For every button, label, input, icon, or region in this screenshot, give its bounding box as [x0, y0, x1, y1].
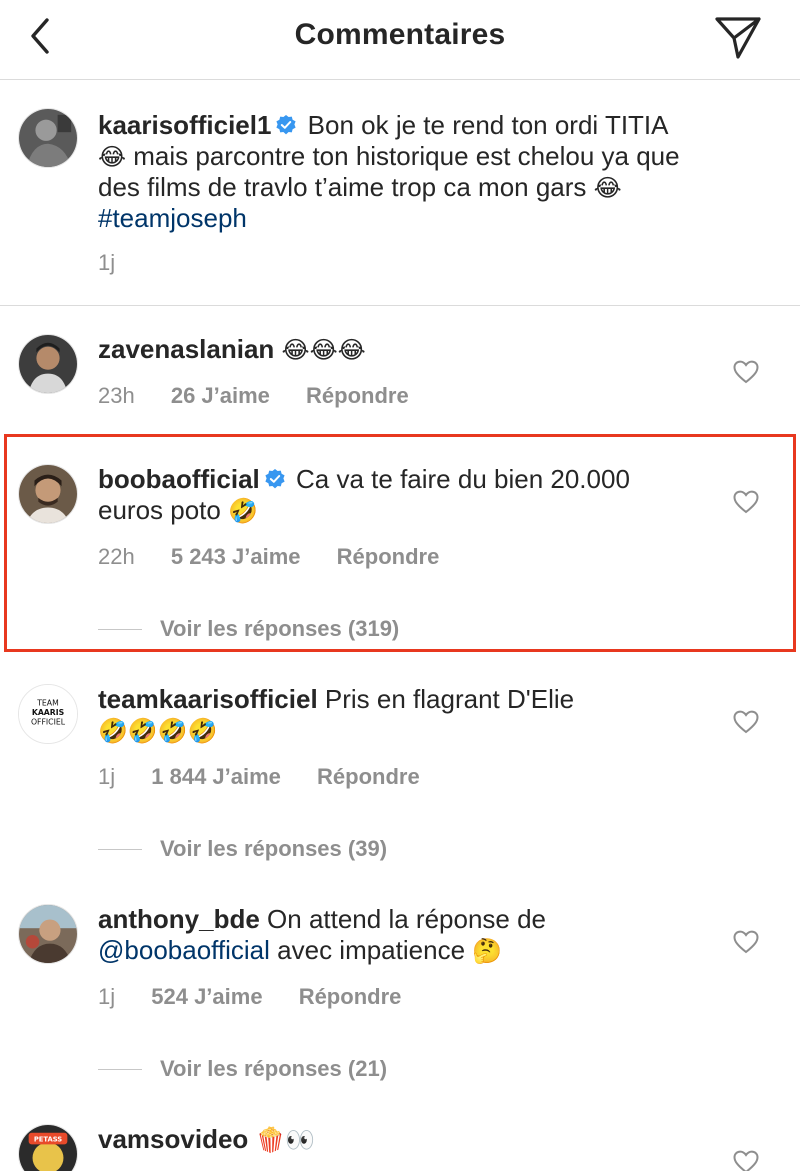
caption-text-part: Bon ok je te rend ton ordi TITIA	[307, 110, 668, 140]
comment-text: zavenaslanian 😂😂😂	[98, 334, 698, 365]
avatar-text: TEAM	[36, 698, 59, 707]
verified-badge-icon	[275, 112, 297, 135]
direct-send-icon[interactable]	[712, 12, 764, 62]
username[interactable]: zavenaslanian	[98, 334, 274, 364]
view-replies-label: Voir les réponses (319)	[160, 616, 400, 641]
comment-text: anthony_bde On attend la réponse de @boo…	[98, 904, 698, 966]
emoji: 😂	[98, 143, 127, 171]
likes-count[interactable]: 1 844 J’aime	[151, 764, 281, 789]
heart-outline-icon[interactable]	[733, 710, 759, 734]
heart-outline-icon[interactable]	[733, 490, 759, 514]
emoji: 😂	[593, 174, 622, 202]
emoji: 🤔	[472, 937, 503, 965]
avatar[interactable]	[18, 334, 78, 394]
comment-body: Pris en flagrant D'Elie	[324, 684, 575, 714]
comment-text: teamkaarisofficiel Pris en flagrant D'El…	[98, 684, 698, 746]
comment: anthony_bde On attend la réponse de @boo…	[0, 874, 800, 1094]
page-title: Commentaires	[294, 18, 506, 51]
mention-link[interactable]: @boobaofficial	[98, 935, 270, 965]
timestamp: 1j	[98, 984, 116, 1009]
username[interactable]: vamsovideo	[98, 1124, 248, 1154]
comment: zavenaslanian 😂😂😂 23h 26 J’aime Répondre	[0, 306, 800, 434]
heart-outline-icon[interactable]	[733, 360, 759, 384]
avatar[interactable]: PETASS	[18, 1124, 78, 1171]
reply-button[interactable]: Répondre	[317, 764, 420, 789]
caption-text: kaarisofficiel1 Bon ok je te rend ton or…	[98, 110, 698, 234]
username[interactable]: kaarisofficiel1	[98, 110, 271, 140]
hashtag-link[interactable]: #teamjoseph	[98, 203, 247, 233]
avatar[interactable]	[18, 904, 78, 964]
comment-text: vamsovideo 🍿👀	[98, 1124, 698, 1155]
replies-divider	[98, 1069, 142, 1070]
comment-meta: 23h 26 J’aime Répondre	[98, 383, 439, 409]
avatar-text: PETASS	[34, 1135, 62, 1143]
timestamp: 22h	[98, 544, 135, 569]
view-replies-button[interactable]: Voir les réponses (39)	[98, 836, 387, 862]
avatar[interactable]	[18, 464, 78, 524]
view-replies-label: Voir les réponses (21)	[160, 1056, 388, 1081]
timestamp: 1j	[98, 250, 116, 275]
caption-meta: 1j	[98, 250, 145, 276]
avatar-text: OFFICIEL	[31, 718, 66, 727]
timestamp: 23h	[98, 383, 135, 408]
heart-outline-icon[interactable]	[733, 1150, 759, 1171]
emoji: 😂😂😂	[281, 336, 366, 364]
comment: boobaofficial Ca va te faire du bien 20.…	[0, 434, 800, 654]
comment-meta: 1j 524 J’aime Répondre	[98, 984, 431, 1010]
reply-button[interactable]: Répondre	[299, 984, 402, 1009]
username[interactable]: anthony_bde	[98, 904, 260, 934]
comment-text: boobaofficial Ca va te faire du bien 20.…	[98, 464, 698, 526]
likes-count[interactable]: 5 243 J’aime	[171, 544, 301, 569]
emoji: 🍿👀	[255, 1126, 316, 1154]
avatar[interactable]: TEAM KAARIS OFFICIEL	[18, 684, 78, 744]
comment-meta: 22h 5 243 J’aime Répondre	[98, 544, 469, 570]
replies-divider	[98, 629, 142, 630]
comment-body: On attend la réponse de	[267, 904, 547, 934]
reply-button[interactable]: Répondre	[337, 544, 440, 569]
view-replies-button[interactable]: Voir les réponses (21)	[98, 1056, 387, 1082]
username[interactable]: teamkaarisofficiel	[98, 684, 318, 714]
comment-meta: 1j 1 844 J’aime Répondre	[98, 764, 450, 790]
likes-count[interactable]: 26 J’aime	[171, 383, 270, 408]
reply-button[interactable]: Répondre	[306, 383, 409, 408]
avatar-text: KAARIS	[32, 708, 64, 717]
emoji: 🤣🤣🤣🤣	[98, 717, 218, 745]
likes-count[interactable]: 524 J’aime	[151, 984, 262, 1009]
post-caption: kaarisofficiel1 Bon ok je te rend ton or…	[0, 80, 800, 306]
comment-body: avec impatience	[269, 935, 473, 965]
replies-divider	[98, 849, 142, 850]
view-replies-button[interactable]: Voir les réponses (319)	[98, 616, 399, 642]
avatar[interactable]	[18, 108, 78, 168]
caption-text-part: mais parcontre ton historique est chelou…	[98, 141, 680, 202]
username[interactable]: boobaofficial	[98, 464, 260, 494]
verified-badge-icon	[264, 466, 286, 489]
comment: PETASS vamsovideo 🍿👀	[0, 1094, 800, 1171]
comment: TEAM KAARIS OFFICIEL teamkaarisofficiel …	[0, 654, 800, 874]
top-bar: Commentaires	[0, 0, 800, 80]
emoji: 🤣	[228, 497, 258, 525]
view-replies-label: Voir les réponses (39)	[160, 836, 388, 861]
heart-outline-icon[interactable]	[733, 930, 759, 954]
timestamp: 1j	[98, 764, 116, 789]
